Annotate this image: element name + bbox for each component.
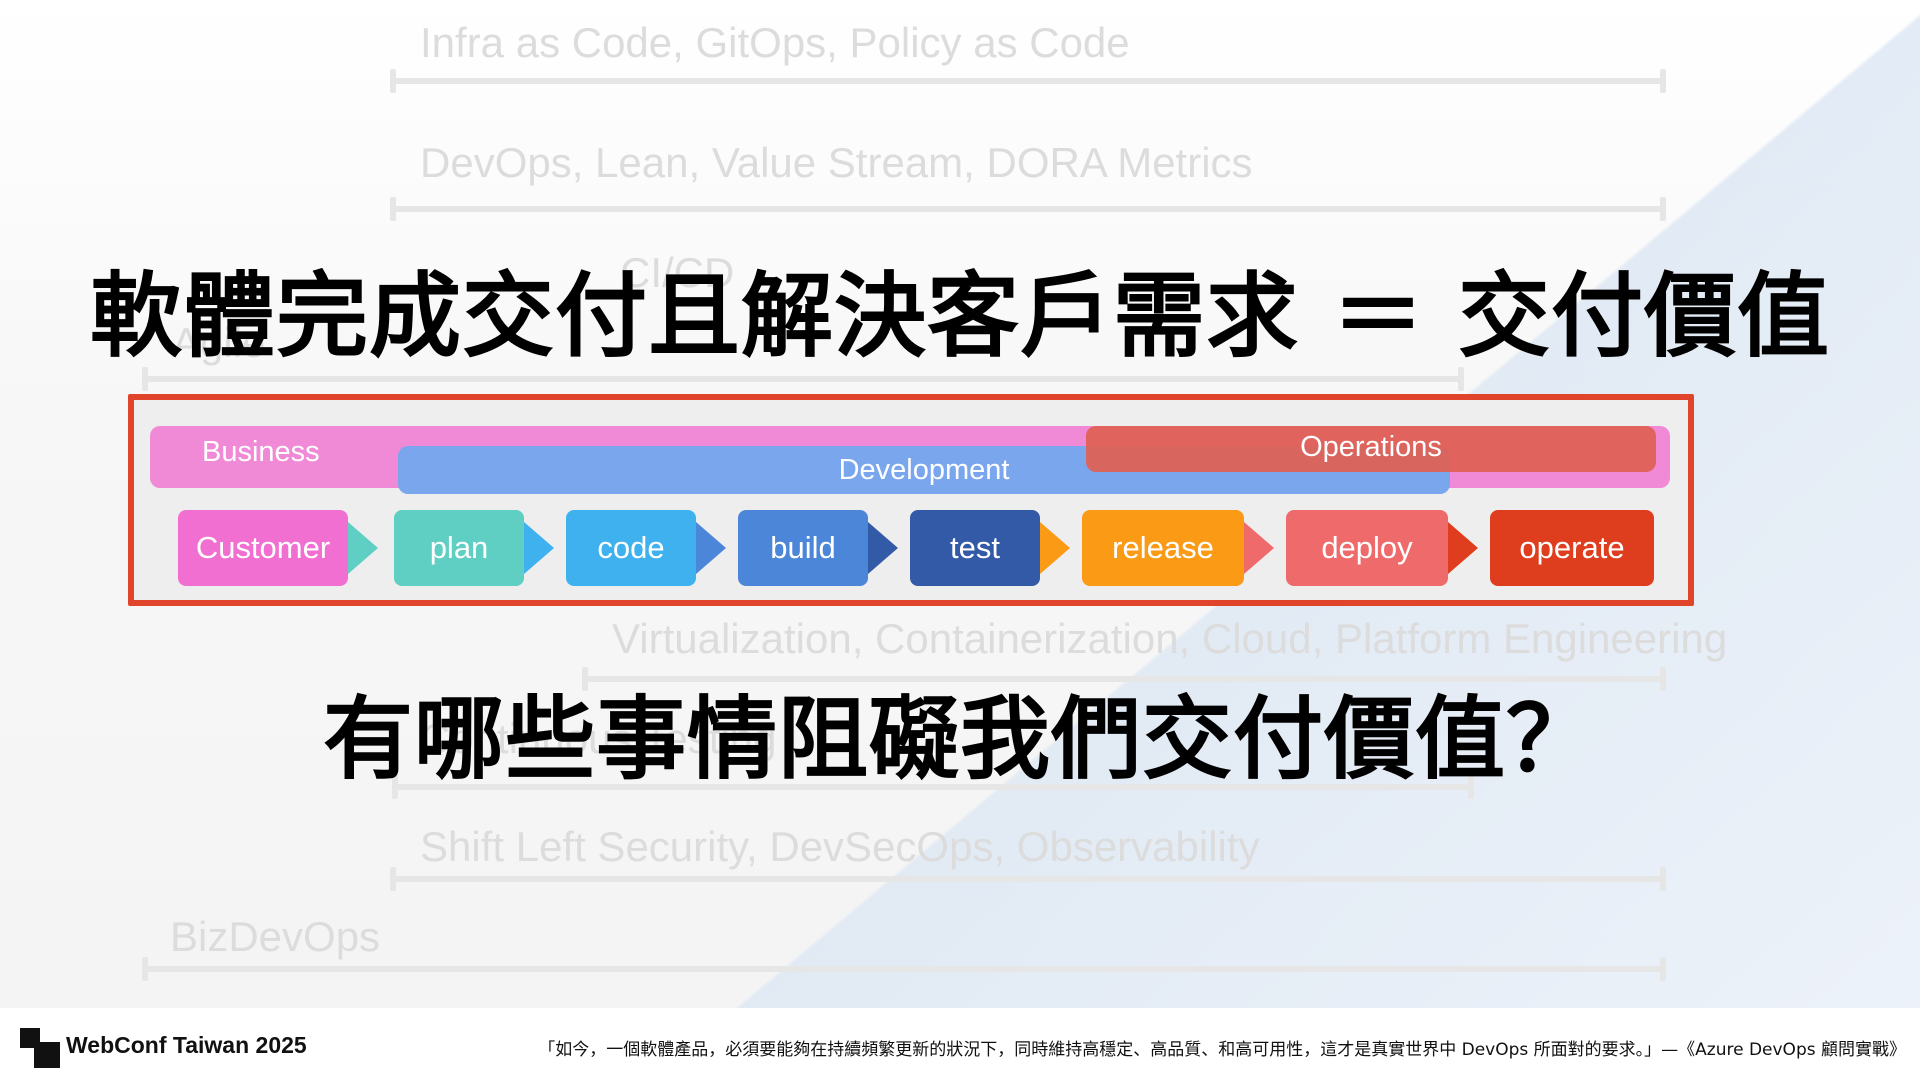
- arrow-right-icon: [348, 522, 378, 574]
- footer-brand: WebConf Taiwan 2025: [66, 1032, 307, 1058]
- arrow-right-icon: [1244, 522, 1274, 574]
- bg-timeline-rule: [142, 957, 1666, 981]
- bg-label-devops: DevOps, Lean, Value Stream, DORA Metrics: [420, 139, 1253, 186]
- arrow-right-icon: [696, 522, 726, 574]
- band-operations: Operations: [1086, 426, 1656, 472]
- bg-timeline-rule: [390, 197, 1666, 221]
- slide-footer: WebConf Taiwan 2025 「如今，一個軟體產品，必須要能夠在持續頻…: [0, 1008, 1920, 1080]
- stage-build: build: [738, 510, 868, 586]
- stage-code: code: [566, 510, 696, 586]
- stage-plan: plan: [394, 510, 524, 586]
- question-heading: 有哪些事情阻礙我們交付價值？: [323, 687, 1597, 792]
- bg-timeline-rule: [390, 69, 1666, 93]
- bg-label-security: Shift Left Security, DevSecOps, Observab…: [420, 823, 1260, 870]
- arrow-right-icon: [1040, 522, 1070, 574]
- bg-label-iac: Infra as Code, GitOps, Policy as Code: [420, 19, 1130, 66]
- stage-release: release: [1082, 510, 1244, 586]
- bg-timeline-rule: [142, 367, 1464, 391]
- bg-timeline-rule: [390, 867, 1666, 891]
- arrow-right-icon: [1448, 522, 1478, 574]
- band-operations-label: Operations: [1300, 431, 1442, 463]
- stage-operate: operate: [1490, 510, 1654, 586]
- band-business-label: Business: [202, 436, 320, 468]
- webconf-logo-icon: [20, 1028, 60, 1068]
- arrow-right-icon: [868, 522, 898, 574]
- headline: 軟體完成交付且解決客戶需求 ＝ 交付價值: [89, 263, 1831, 370]
- devops-lifecycle-diagram: Business Development Operations Customer…: [128, 394, 1694, 606]
- bg-label-bizdevops: BizDevOps: [170, 913, 381, 960]
- stage-test: test: [910, 510, 1040, 586]
- bg-label-virtualization: Virtualization, Containerization, Cloud,…: [612, 615, 1728, 662]
- arrow-right-icon: [524, 522, 554, 574]
- footer-quote: 「如今，一個軟體產品，必須要能夠在持續頻繁更新的狀況下，同時維持高穩定、高品質、…: [538, 1040, 1906, 1060]
- stage-customer: Customer: [178, 510, 348, 586]
- stage-deploy: deploy: [1286, 510, 1448, 586]
